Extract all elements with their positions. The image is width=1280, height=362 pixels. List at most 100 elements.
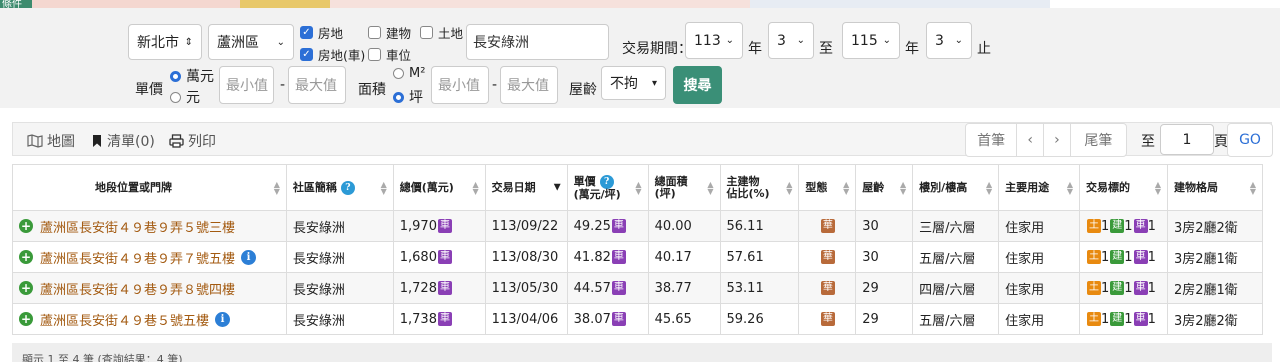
first-page-button[interactable]: 首筆 [966, 124, 1018, 156]
type-checkbox-building[interactable]: 建物 [368, 23, 411, 42]
col-layout[interactable]: 建物格局 ▲ ▼ [1166, 164, 1264, 211]
table-row[interactable]: + 蘆洲區長安街４９巷９弄７號五樓 i 長安綠洲 1,680 車 113/08/30 41.8… [12, 241, 1264, 273]
table-row[interactable]: + 蘆洲區長安街４９巷９弄８號四樓 長安綠洲 1,728 車 113/05/30 44.57… [12, 272, 1264, 304]
land-badge-icon: 土 [1087, 312, 1101, 326]
land-badge-icon: 土 [1087, 219, 1101, 233]
price-unit-radio-wan[interactable]: 萬元 [170, 66, 214, 86]
cell-community: 長安綠洲 [285, 272, 394, 304]
address-link[interactable]: 蘆洲區長安街４９巷９弄８號四樓 [40, 279, 235, 298]
expand-plus-icon[interactable]: + [19, 219, 33, 233]
cell-age: 29 [855, 272, 914, 304]
address-link[interactable]: 蘆洲區長安街４９巷９弄７號五樓 [40, 248, 235, 267]
building-badge-icon: 建 [1110, 312, 1125, 326]
age-select[interactable]: 不拘 ▾ [601, 66, 666, 100]
price-min-input[interactable]: 最小值 [219, 66, 274, 104]
prev-page-button[interactable]: ‹ [1017, 124, 1045, 156]
col-target[interactable]: 交易標的 ▲ ▼ [1079, 164, 1168, 211]
cell-address[interactable]: + 蘆洲區長安街４９巷５號五樓 i [12, 303, 287, 335]
price-unit-radio-yuan[interactable]: 元 [170, 87, 200, 107]
col-age[interactable]: 屋齡 ▲ ▼ [855, 164, 914, 211]
cell-form: 華 [798, 210, 857, 242]
cell-target: 土1建1車1 [1079, 210, 1168, 242]
list-button[interactable]: 清單(0) [91, 131, 155, 151]
from-month-select[interactable]: 3 ⌄ [768, 22, 814, 59]
table-row[interactable]: + 蘆洲區長安街４９巷９弄５號三樓 長安綠洲 1,970 車 113/09/22 49.25… [12, 210, 1264, 242]
cell-layout: 3房2廳2衛 [1166, 303, 1264, 335]
type-checkbox-parking[interactable]: 車位 [368, 45, 411, 64]
address-link[interactable]: 蘆洲區長安街４９巷９弄５號三樓 [40, 217, 235, 236]
col-unit-price[interactable]: 單價? (萬元/坪) ▲ ▼ [566, 164, 649, 211]
info-icon[interactable]: i [215, 311, 231, 327]
table-row[interactable]: + 蘆洲區長安街４９巷５號五樓 i 長安綠洲 1,738 車 113/04/06 38.07 車… [12, 303, 1264, 335]
page-number-input[interactable]: 1 [1160, 124, 1214, 155]
info-icon[interactable]: i [241, 249, 257, 265]
next-page-button[interactable]: › [1044, 124, 1071, 156]
cell-usage: 住家用 [998, 241, 1080, 273]
building-badge-icon: 建 [1110, 219, 1125, 233]
col-address[interactable]: 地段位置或門牌 ▲ ▼ [12, 164, 287, 211]
cell-layout: 3房2廳1衛 [1166, 241, 1264, 273]
building-type-badge-icon: 華 [820, 219, 835, 233]
expand-plus-icon[interactable]: + [19, 312, 33, 326]
cell-age: 30 [855, 241, 914, 273]
city-value: 新北市 [137, 35, 179, 51]
parking-badge-icon: 車 [437, 281, 452, 295]
cell-address[interactable]: + 蘆洲區長安街４９巷９弄５號三樓 [12, 210, 287, 242]
cell-floor: 五層/六層 [912, 303, 1000, 335]
cell-form: 華 [798, 272, 857, 304]
col-main-building[interactable]: 主建物 佔比(%) ▲ ▼ [719, 164, 800, 211]
type-checkbox-house-parking[interactable]: ✓ 房地(車) [300, 45, 365, 64]
checkbox-icon [420, 26, 433, 39]
type-checkbox-house-land[interactable]: ✓ 房地 [300, 23, 343, 42]
last-page-button[interactable]: 尾筆 [1071, 124, 1126, 156]
sort-icon: ▲ ▼ [1249, 179, 1256, 196]
col-form[interactable]: 型態 ▲ ▼ [798, 164, 857, 211]
col-community[interactable]: 社區簡稱? ▲ ▼ [285, 164, 394, 211]
price-max-input[interactable]: 最大值 [288, 66, 346, 104]
map-view-button[interactable]: 地圖 [27, 131, 75, 151]
search-button[interactable]: 搜尋 [673, 66, 722, 104]
cell-usage: 住家用 [998, 272, 1080, 304]
to-month-select[interactable]: 3 ⌄ [926, 22, 972, 59]
go-button[interactable]: GO [1227, 123, 1273, 157]
expand-plus-icon[interactable]: + [19, 250, 33, 264]
from-year-select[interactable]: 113 ⌄ [685, 22, 743, 59]
sort-icon: ▲ ▼ [635, 179, 642, 196]
radio-icon [393, 68, 404, 79]
parking-badge-icon: 車 [611, 281, 626, 295]
cell-unit-price: 38.07 車 [566, 303, 649, 335]
chevron-down-icon: ⌄ [954, 35, 963, 46]
cell-address[interactable]: + 蘆洲區長安街４９巷９弄７號五樓 i [12, 241, 287, 273]
area-unit-radio-ping[interactable]: 坪 [393, 87, 423, 107]
building-type-badge-icon: 華 [820, 281, 835, 295]
keyword-input[interactable]: 長安綠洲 [466, 24, 609, 60]
type-checkbox-land[interactable]: 土地 [420, 23, 463, 42]
cell-target: 土1建1車1 [1079, 303, 1168, 335]
area-max-input[interactable]: 最大值 [500, 66, 558, 104]
cell-address[interactable]: + 蘆洲區長安街４９巷９弄８號四樓 [12, 272, 287, 304]
area-unit-radio-m2[interactable]: M² [393, 66, 425, 81]
parking-badge-icon: 車 [1133, 250, 1148, 264]
year-unit-label: 年 [748, 41, 762, 57]
help-icon[interactable]: ? [599, 174, 614, 189]
print-button[interactable]: 列印 [169, 131, 216, 151]
help-icon[interactable]: ? [340, 180, 355, 195]
district-select[interactable]: 蘆洲區 ⌄ [208, 24, 294, 60]
expand-plus-icon[interactable]: + [19, 281, 33, 295]
col-total-price[interactable]: 總價(萬元) ▲ ▼ [392, 164, 486, 211]
col-floor[interactable]: 樓別/樓高 ▲ ▼ [912, 164, 1000, 211]
cell-floor: 三層/六層 [912, 210, 1000, 242]
col-date[interactable]: 交易日期 ▼ [484, 164, 568, 211]
to-year-select[interactable]: 115 ⌄ [842, 22, 900, 59]
area-min-input[interactable]: 最小值 [431, 66, 489, 104]
printer-icon [169, 134, 184, 148]
city-select[interactable]: 新北市 ⇕ [128, 24, 202, 60]
parking-badge-icon: 車 [1133, 219, 1148, 233]
cell-date: 113/04/06 [484, 303, 568, 335]
col-usage[interactable]: 主要用途 ▲ ▼ [998, 164, 1080, 211]
chevron-down-icon: ⌄ [796, 35, 805, 46]
col-area[interactable]: 總面積 (坪) ▲ ▼ [647, 164, 721, 211]
end-label: 止 [977, 41, 991, 57]
address-link[interactable]: 蘆洲區長安街４９巷５號五樓 [40, 310, 209, 329]
district-value: 蘆洲區 [217, 35, 259, 51]
